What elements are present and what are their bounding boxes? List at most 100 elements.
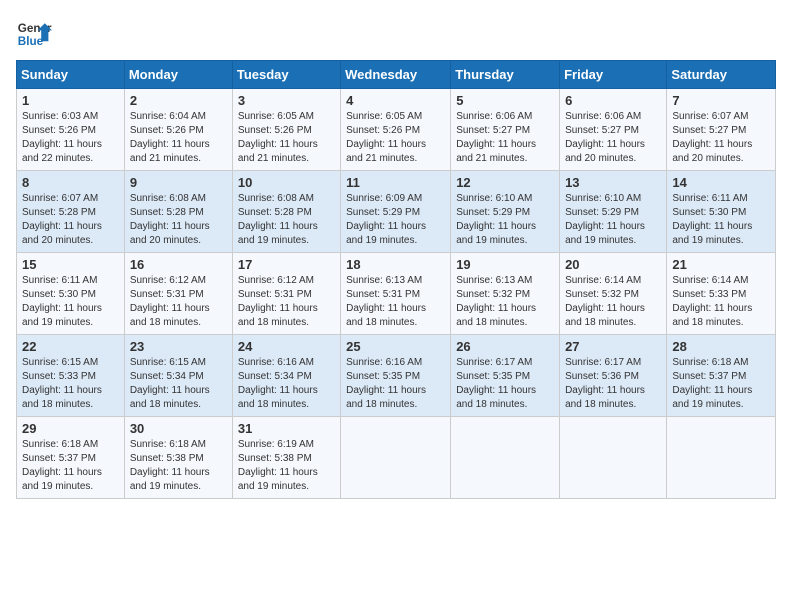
day-info: Sunrise: 6:18 AM Sunset: 5:37 PM Dayligh… — [672, 356, 770, 412]
calendar-header-sunday: Sunday — [17, 61, 125, 89]
calendar-week-row: 22 Sunrise: 6:15 AM Sunset: 5:33 PM Dayl… — [17, 335, 776, 417]
calendar-cell: 20 Sunrise: 6:14 AM Sunset: 5:32 PM Dayl… — [560, 253, 667, 335]
logo: General Blue — [16, 16, 52, 52]
day-info: Sunrise: 6:05 AM Sunset: 5:26 PM Dayligh… — [346, 110, 445, 166]
calendar-cell: 19 Sunrise: 6:13 AM Sunset: 5:32 PM Dayl… — [451, 253, 560, 335]
day-number: 29 — [22, 421, 119, 436]
calendar-cell: 10 Sunrise: 6:08 AM Sunset: 5:28 PM Dayl… — [232, 171, 340, 253]
calendar-cell — [341, 417, 451, 499]
day-info: Sunrise: 6:17 AM Sunset: 5:36 PM Dayligh… — [565, 356, 661, 412]
calendar-cell: 11 Sunrise: 6:09 AM Sunset: 5:29 PM Dayl… — [341, 171, 451, 253]
calendar-header-saturday: Saturday — [667, 61, 776, 89]
day-number: 20 — [565, 257, 661, 272]
calendar-header-friday: Friday — [560, 61, 667, 89]
day-number: 21 — [672, 257, 770, 272]
day-number: 11 — [346, 175, 445, 190]
calendar-cell: 1 Sunrise: 6:03 AM Sunset: 5:26 PM Dayli… — [17, 89, 125, 171]
day-number: 15 — [22, 257, 119, 272]
calendar-cell: 5 Sunrise: 6:06 AM Sunset: 5:27 PM Dayli… — [451, 89, 560, 171]
day-number: 30 — [130, 421, 227, 436]
day-info: Sunrise: 6:17 AM Sunset: 5:35 PM Dayligh… — [456, 356, 554, 412]
calendar-cell: 17 Sunrise: 6:12 AM Sunset: 5:31 PM Dayl… — [232, 253, 340, 335]
calendar-cell: 4 Sunrise: 6:05 AM Sunset: 5:26 PM Dayli… — [341, 89, 451, 171]
day-number: 17 — [238, 257, 335, 272]
day-number: 24 — [238, 339, 335, 354]
calendar-cell: 2 Sunrise: 6:04 AM Sunset: 5:26 PM Dayli… — [124, 89, 232, 171]
calendar-cell: 18 Sunrise: 6:13 AM Sunset: 5:31 PM Dayl… — [341, 253, 451, 335]
day-info: Sunrise: 6:06 AM Sunset: 5:27 PM Dayligh… — [565, 110, 661, 166]
day-number: 2 — [130, 93, 227, 108]
calendar-cell: 3 Sunrise: 6:05 AM Sunset: 5:26 PM Dayli… — [232, 89, 340, 171]
day-number: 31 — [238, 421, 335, 436]
day-number: 9 — [130, 175, 227, 190]
day-number: 5 — [456, 93, 554, 108]
day-info: Sunrise: 6:14 AM Sunset: 5:33 PM Dayligh… — [672, 274, 770, 330]
day-info: Sunrise: 6:13 AM Sunset: 5:32 PM Dayligh… — [456, 274, 554, 330]
calendar-cell: 9 Sunrise: 6:08 AM Sunset: 5:28 PM Dayli… — [124, 171, 232, 253]
day-info: Sunrise: 6:05 AM Sunset: 5:26 PM Dayligh… — [238, 110, 335, 166]
day-info: Sunrise: 6:04 AM Sunset: 5:26 PM Dayligh… — [130, 110, 227, 166]
day-info: Sunrise: 6:16 AM Sunset: 5:34 PM Dayligh… — [238, 356, 335, 412]
calendar-week-row: 8 Sunrise: 6:07 AM Sunset: 5:28 PM Dayli… — [17, 171, 776, 253]
calendar-cell: 24 Sunrise: 6:16 AM Sunset: 5:34 PM Dayl… — [232, 335, 340, 417]
calendar-week-row: 15 Sunrise: 6:11 AM Sunset: 5:30 PM Dayl… — [17, 253, 776, 335]
day-number: 18 — [346, 257, 445, 272]
calendar-week-row: 29 Sunrise: 6:18 AM Sunset: 5:37 PM Dayl… — [17, 417, 776, 499]
calendar-week-row: 1 Sunrise: 6:03 AM Sunset: 5:26 PM Dayli… — [17, 89, 776, 171]
day-info: Sunrise: 6:12 AM Sunset: 5:31 PM Dayligh… — [130, 274, 227, 330]
calendar-cell: 25 Sunrise: 6:16 AM Sunset: 5:35 PM Dayl… — [341, 335, 451, 417]
day-info: Sunrise: 6:09 AM Sunset: 5:29 PM Dayligh… — [346, 192, 445, 248]
day-info: Sunrise: 6:18 AM Sunset: 5:38 PM Dayligh… — [130, 438, 227, 494]
day-number: 3 — [238, 93, 335, 108]
day-info: Sunrise: 6:15 AM Sunset: 5:34 PM Dayligh… — [130, 356, 227, 412]
calendar-header-row: SundayMondayTuesdayWednesdayThursdayFrid… — [17, 61, 776, 89]
calendar-table: SundayMondayTuesdayWednesdayThursdayFrid… — [16, 60, 776, 499]
day-info: Sunrise: 6:03 AM Sunset: 5:26 PM Dayligh… — [22, 110, 119, 166]
calendar-header-wednesday: Wednesday — [341, 61, 451, 89]
calendar-cell: 21 Sunrise: 6:14 AM Sunset: 5:33 PM Dayl… — [667, 253, 776, 335]
day-number: 4 — [346, 93, 445, 108]
day-info: Sunrise: 6:19 AM Sunset: 5:38 PM Dayligh… — [238, 438, 335, 494]
day-info: Sunrise: 6:13 AM Sunset: 5:31 PM Dayligh… — [346, 274, 445, 330]
calendar-cell: 27 Sunrise: 6:17 AM Sunset: 5:36 PM Dayl… — [560, 335, 667, 417]
calendar-cell: 30 Sunrise: 6:18 AM Sunset: 5:38 PM Dayl… — [124, 417, 232, 499]
svg-text:Blue: Blue — [18, 35, 44, 48]
calendar-cell: 15 Sunrise: 6:11 AM Sunset: 5:30 PM Dayl… — [17, 253, 125, 335]
day-number: 25 — [346, 339, 445, 354]
calendar-cell: 22 Sunrise: 6:15 AM Sunset: 5:33 PM Dayl… — [17, 335, 125, 417]
calendar-cell: 12 Sunrise: 6:10 AM Sunset: 5:29 PM Dayl… — [451, 171, 560, 253]
calendar-cell: 8 Sunrise: 6:07 AM Sunset: 5:28 PM Dayli… — [17, 171, 125, 253]
calendar-cell: 16 Sunrise: 6:12 AM Sunset: 5:31 PM Dayl… — [124, 253, 232, 335]
day-info: Sunrise: 6:07 AM Sunset: 5:28 PM Dayligh… — [22, 192, 119, 248]
day-number: 13 — [565, 175, 661, 190]
calendar-cell: 14 Sunrise: 6:11 AM Sunset: 5:30 PM Dayl… — [667, 171, 776, 253]
calendar-header-thursday: Thursday — [451, 61, 560, 89]
logo-icon: General Blue — [16, 16, 52, 52]
day-info: Sunrise: 6:07 AM Sunset: 5:27 PM Dayligh… — [672, 110, 770, 166]
day-info: Sunrise: 6:10 AM Sunset: 5:29 PM Dayligh… — [565, 192, 661, 248]
day-number: 10 — [238, 175, 335, 190]
day-number: 28 — [672, 339, 770, 354]
day-info: Sunrise: 6:15 AM Sunset: 5:33 PM Dayligh… — [22, 356, 119, 412]
day-info: Sunrise: 6:16 AM Sunset: 5:35 PM Dayligh… — [346, 356, 445, 412]
calendar-cell — [560, 417, 667, 499]
day-number: 22 — [22, 339, 119, 354]
day-info: Sunrise: 6:11 AM Sunset: 5:30 PM Dayligh… — [22, 274, 119, 330]
day-info: Sunrise: 6:11 AM Sunset: 5:30 PM Dayligh… — [672, 192, 770, 248]
day-number: 19 — [456, 257, 554, 272]
day-info: Sunrise: 6:14 AM Sunset: 5:32 PM Dayligh… — [565, 274, 661, 330]
day-info: Sunrise: 6:10 AM Sunset: 5:29 PM Dayligh… — [456, 192, 554, 248]
day-number: 12 — [456, 175, 554, 190]
calendar-cell: 13 Sunrise: 6:10 AM Sunset: 5:29 PM Dayl… — [560, 171, 667, 253]
calendar-cell: 23 Sunrise: 6:15 AM Sunset: 5:34 PM Dayl… — [124, 335, 232, 417]
calendar-cell: 29 Sunrise: 6:18 AM Sunset: 5:37 PM Dayl… — [17, 417, 125, 499]
header: General Blue — [16, 16, 776, 52]
calendar-header-tuesday: Tuesday — [232, 61, 340, 89]
day-info: Sunrise: 6:06 AM Sunset: 5:27 PM Dayligh… — [456, 110, 554, 166]
calendar-cell: 26 Sunrise: 6:17 AM Sunset: 5:35 PM Dayl… — [451, 335, 560, 417]
day-info: Sunrise: 6:12 AM Sunset: 5:31 PM Dayligh… — [238, 274, 335, 330]
day-number: 14 — [672, 175, 770, 190]
day-number: 16 — [130, 257, 227, 272]
day-number: 26 — [456, 339, 554, 354]
calendar-cell: 6 Sunrise: 6:06 AM Sunset: 5:27 PM Dayli… — [560, 89, 667, 171]
